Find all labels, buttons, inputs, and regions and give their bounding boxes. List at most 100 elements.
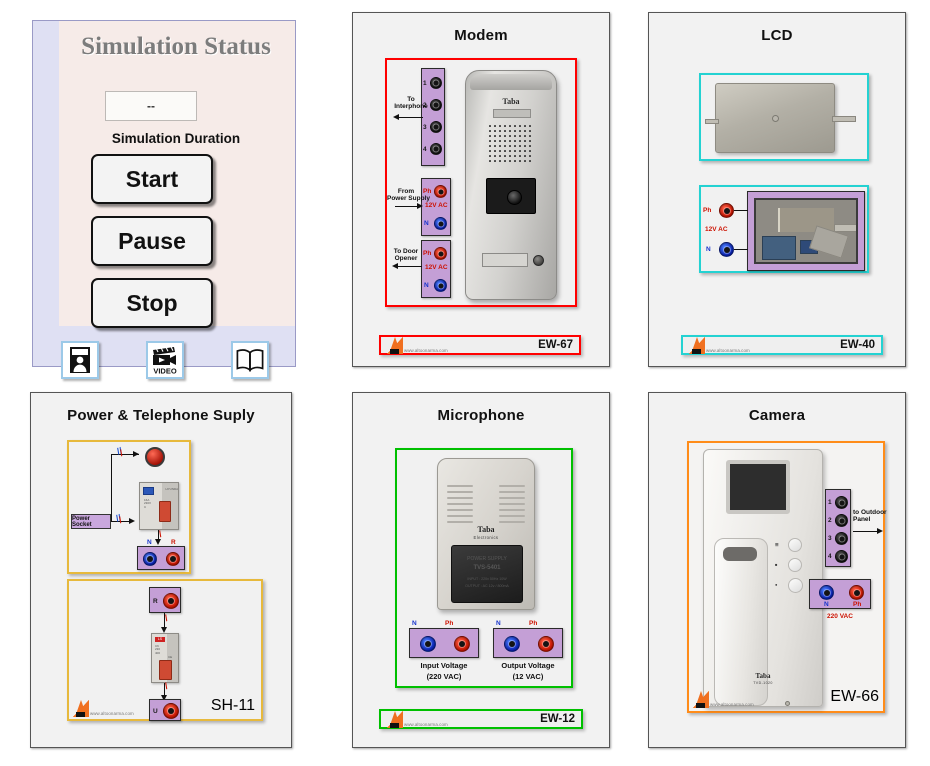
altoonarma-logo: www.altoonarma.com xyxy=(693,691,754,708)
altoonarma-logo: www.altoonarma.com xyxy=(689,336,750,354)
lcd-ph-jack[interactable] xyxy=(719,203,734,218)
camera-brand-label: Taba xyxy=(755,672,771,680)
mic-input-voltage: (220 VAC) xyxy=(426,672,462,681)
modem-interphone-terminal-block[interactable]: 1 2 3 4 xyxy=(421,68,445,166)
lcd-ph-label: Ph xyxy=(703,207,712,214)
microphone-device-image: Taba Electronics POWER SUPPLY TVS-5401 I… xyxy=(437,458,535,610)
modem-power-ph-jack[interactable] xyxy=(434,185,447,198)
lcd-panel: LCD Ph N 12V AC www.altoonarma.com EW-40 xyxy=(648,12,906,367)
altoonarma-logo: www.altoonarma.com xyxy=(387,710,448,728)
mic-input-n-jack[interactable] xyxy=(420,636,436,652)
interphone-pin-4-label: 4 xyxy=(423,146,427,153)
lcd-voltage-label: 12V AC xyxy=(705,226,728,233)
stop-button[interactable]: Stop xyxy=(91,278,213,328)
camera-panel: Camera ☰ ■ ● Taba TVD-1020 1 2 3 4 to Ou… xyxy=(648,392,906,748)
interphone-pin-3-label: 3 xyxy=(423,124,427,131)
manual-book-icon xyxy=(236,349,264,372)
video-button[interactable]: VIDEO xyxy=(146,341,184,379)
device-text-line2: TVS-5401 xyxy=(473,565,501,571)
lcd-n-jack[interactable] xyxy=(719,242,734,257)
power-socket-label[interactable]: Power Socket xyxy=(71,514,111,529)
camera-power-terminal-block[interactable]: N Ph xyxy=(809,579,871,609)
ps-output-r-label: R xyxy=(171,539,176,546)
power-supply-output-block[interactable] xyxy=(137,546,185,570)
ps-line-out-jack[interactable] xyxy=(163,703,179,719)
camera-pin-3-jack[interactable] xyxy=(835,532,848,545)
simulation-duration-label: Simulation Duration xyxy=(111,131,241,146)
interphone-jack-4[interactable] xyxy=(430,143,442,155)
ps-line-in-block[interactable]: R xyxy=(149,587,181,613)
ps-output-n-jack[interactable] xyxy=(143,552,157,566)
power-supply-upper-diagram: Power Socket // / // / 16A 230V C HYUNDAI … xyxy=(67,440,191,574)
modem-door-arrow-icon xyxy=(392,263,398,269)
lcd-device-box xyxy=(699,73,869,161)
simulation-duration-value: -- xyxy=(105,91,197,121)
modem-call-nameplate xyxy=(482,253,528,267)
modem-door-ph-jack[interactable] xyxy=(434,247,447,260)
microphone-input-terminal-block[interactable] xyxy=(409,628,479,658)
interphone-jack-3[interactable] xyxy=(430,121,442,133)
modem-door-terminal-block[interactable]: Ph N 12V AC xyxy=(421,240,451,298)
camera-monitor-image: ☰ ■ ● Taba TVD-1020 xyxy=(703,449,823,707)
pause-button[interactable]: Pause xyxy=(91,216,213,266)
rcd-breaker-upper[interactable]: 16A 230V C HYUNDAI xyxy=(139,482,179,530)
mcb-breaker-lower[interactable]: LS C6 230 400 CE xyxy=(151,633,179,683)
camera-line-terminal-block[interactable]: 1 2 3 4 xyxy=(825,489,851,567)
modem-door-wire xyxy=(397,266,422,268)
mic-output-n-jack[interactable] xyxy=(504,636,520,652)
modem-power-arrow-icon xyxy=(417,203,423,209)
camera-pin-4-jack[interactable] xyxy=(835,550,848,563)
modem-power-terminal-block[interactable]: Ph N 12V AC xyxy=(421,178,451,236)
lcd-internal-image xyxy=(754,198,858,264)
manual-button[interactable] xyxy=(231,341,269,379)
modem-camera-window xyxy=(486,178,536,214)
ps-line-in-jack[interactable] xyxy=(163,593,179,609)
device-text-line4: OUTPUT : AC 12v / 800mA xyxy=(465,584,509,588)
lcd-right-tab xyxy=(832,116,856,122)
power-supply-panel-title: Power & Telephone Suply xyxy=(67,407,255,424)
brand-a-icon xyxy=(693,691,709,708)
altoonarma-logo: www.altoonarma.com xyxy=(387,336,448,354)
modem-door-n-label: N xyxy=(424,282,429,289)
ps-output-r-jack[interactable] xyxy=(166,552,180,566)
lamp-arrow-icon xyxy=(133,451,139,457)
start-button[interactable]: Start xyxy=(91,154,213,204)
camera-n-label: N xyxy=(824,601,829,608)
device-text-line3: INPUT : 220v 50Hz 10W xyxy=(467,577,507,581)
microphone-label-plate: POWER SUPPLY TVS-5401 INPUT : 220v 50Hz … xyxy=(451,545,523,603)
microphone-brand-sub: Electronics xyxy=(473,535,499,540)
lcd-code: EW-40 xyxy=(840,339,875,351)
ps-line-out-block[interactable]: U xyxy=(149,699,181,721)
camera-key-3[interactable] xyxy=(788,578,803,593)
interphone-jack-1[interactable] xyxy=(430,77,442,89)
power-supply-lower-diagram: R / LS C6 230 400 CE / U www.altoonarma.co… xyxy=(67,579,263,721)
camera-pin-1-jack[interactable] xyxy=(835,496,848,509)
modem-camera-lens xyxy=(507,190,522,205)
camera-key-1[interactable] xyxy=(788,538,802,552)
camera-pin-3-label: 3 xyxy=(828,535,832,542)
interphone-wire xyxy=(399,117,423,119)
lcd-n-wire xyxy=(734,249,748,251)
lcd-footer: www.altoonarma.com EW-40 xyxy=(681,335,883,355)
svg-text:VIDEO: VIDEO xyxy=(153,366,177,375)
camera-pin-1-label: 1 xyxy=(828,499,832,506)
camera-screw-icon xyxy=(785,701,790,706)
lcd-ph-wire xyxy=(734,210,748,212)
mic-output-ph-label: Ph xyxy=(529,620,538,627)
camera-n-jack[interactable] xyxy=(819,585,834,600)
modem-power-n-jack[interactable] xyxy=(434,217,447,230)
mic-output-ph-jack[interactable] xyxy=(538,636,554,652)
camera-key-2[interactable] xyxy=(788,558,802,572)
interphone-jack-2[interactable] xyxy=(430,99,442,111)
camera-ph-jack[interactable] xyxy=(849,585,864,600)
microphone-output-terminal-block[interactable] xyxy=(493,628,563,658)
modem-call-button[interactable] xyxy=(533,255,544,266)
camera-pin-2-jack[interactable] xyxy=(835,514,848,527)
mic-input-n-label: N xyxy=(412,620,417,627)
help-button[interactable] xyxy=(61,341,99,379)
mic-input-ph-jack[interactable] xyxy=(454,636,470,652)
page-title: Simulation Status xyxy=(81,33,271,60)
modem-device-image: Taba xyxy=(465,70,557,300)
breaker-arrow-icon xyxy=(129,518,135,524)
modem-door-n-jack[interactable] xyxy=(434,279,447,292)
